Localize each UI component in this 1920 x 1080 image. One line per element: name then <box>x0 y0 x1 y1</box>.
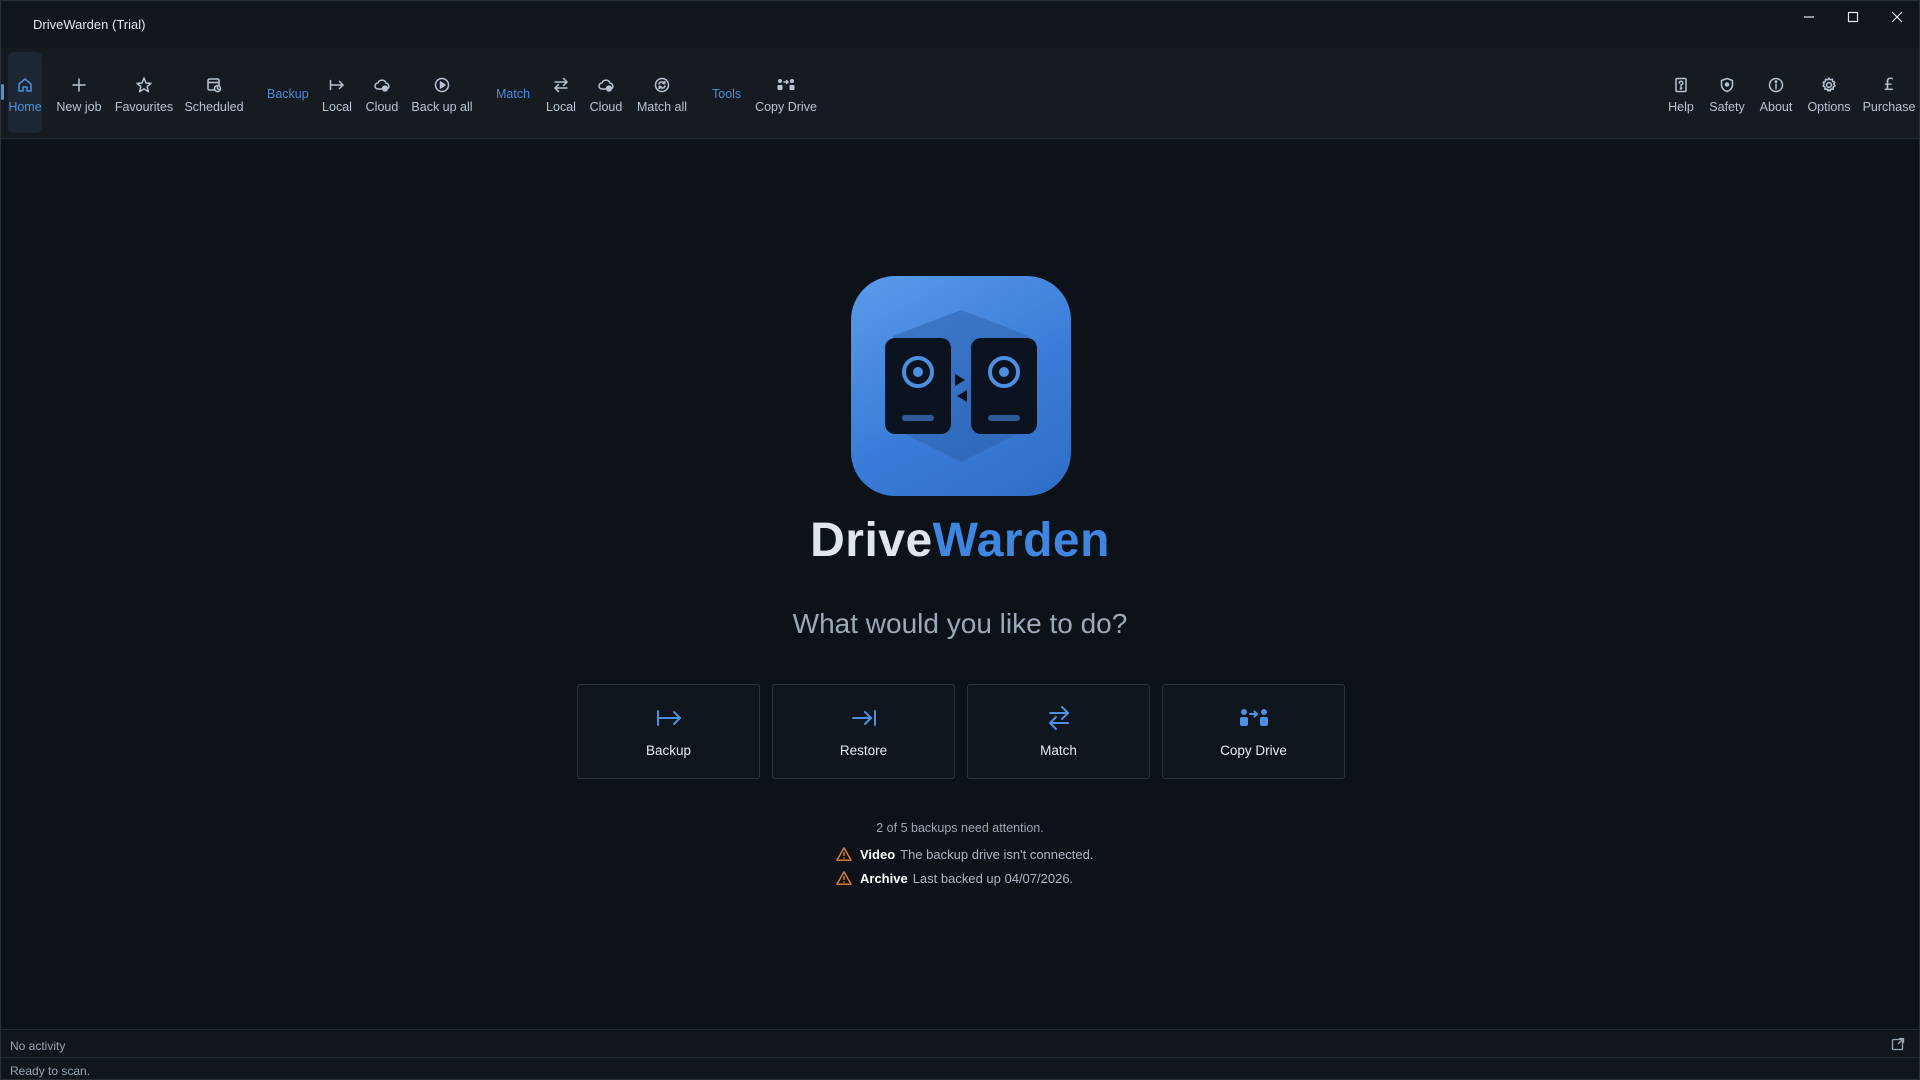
brand-part-drive: Drive <box>810 514 933 567</box>
ribbon-back-up-all-label: Back up all <box>411 100 473 114</box>
plus-icon <box>68 74 90 96</box>
brand-part-warden: Warden <box>932 514 1110 567</box>
ribbon-about-button[interactable]: About <box>1756 52 1796 133</box>
help-icon <box>1670 74 1692 96</box>
ribbon-safety-label: Safety <box>1709 100 1745 114</box>
status-divider <box>1 1057 1919 1058</box>
copy-drive-card[interactable]: Copy Drive <box>1162 684 1345 779</box>
window-controls <box>1787 1 1919 33</box>
active-indicator <box>1 84 4 100</box>
minimize-icon <box>1804 16 1814 18</box>
home-page: DriveWarden What would you like to do? B… <box>1 140 1919 1029</box>
backup-group-label: Backup <box>267 87 309 101</box>
ribbon-backup-local-label: Local <box>322 100 352 114</box>
ribbon-help-label: Help <box>1668 100 1694 114</box>
ribbon-scheduled-button[interactable]: Scheduled <box>184 52 244 133</box>
warning-icon <box>836 847 852 861</box>
drivewarden-logo-icon <box>885 310 1037 462</box>
ribbon-safety-button[interactable]: Safety <box>1707 52 1747 133</box>
ribbon-favourites-label: Favourites <box>114 100 174 114</box>
maximize-icon <box>1847 11 1859 23</box>
pound-glyph: £ <box>1883 75 1895 95</box>
copy-drive-icon <box>1238 705 1270 731</box>
tools-group-label: Tools <box>712 87 742 101</box>
close-button[interactable] <box>1875 1 1919 33</box>
title-bar: DriveWarden (Trial) <box>1 1 1919 48</box>
ribbon-help-button[interactable]: Help <box>1666 52 1696 133</box>
ribbon-new-job-label: New job <box>56 100 102 114</box>
alert-message: The backup drive isn't connected. <box>900 846 1094 862</box>
scan-status: Ready to scan. <box>10 1064 91 1078</box>
calendar-clock-icon <box>203 74 225 96</box>
ribbon-match-cloud-label: Cloud <box>589 100 623 114</box>
ribbon-scheduled-label: Scheduled <box>184 100 244 114</box>
ribbon-backup-cloud-button[interactable]: Cloud <box>364 52 400 133</box>
match-group-label: Match <box>496 87 531 101</box>
shield-icon <box>1716 74 1738 96</box>
arrow-to-bar-icon <box>655 705 683 731</box>
ribbon-copy-drive-button[interactable]: Copy Drive <box>754 52 818 133</box>
ribbon-favourites-button[interactable]: Favourites <box>114 52 174 133</box>
arrow-into-bar-icon <box>850 705 878 731</box>
popout-button[interactable] <box>1891 1037 1905 1051</box>
alert-backup-name: Video <box>860 846 896 862</box>
ribbon-new-job-button[interactable]: New job <box>54 52 104 133</box>
alert-message: Last backed up 04/07/2026. <box>912 870 1074 886</box>
swap-arrows-icon <box>1047 705 1071 731</box>
ribbon-home-button[interactable]: Home <box>8 52 42 133</box>
ribbon-purchase-button[interactable]: £ Purchase <box>1862 52 1916 133</box>
minimize-button[interactable] <box>1787 1 1831 33</box>
pound-icon: £ <box>1878 74 1900 96</box>
ribbon-purchase-label: Purchase <box>1862 100 1916 114</box>
alert-backup-name: Archive <box>860 870 908 886</box>
info-icon <box>1765 74 1787 96</box>
ribbon-back-up-all-button[interactable]: Back up all <box>411 52 473 133</box>
alert-row[interactable]: Video The backup drive isn't connected. <box>836 845 1093 863</box>
maximize-button[interactable] <box>1831 1 1875 33</box>
window-title: DriveWarden (Trial) <box>33 17 146 32</box>
ribbon-match-all-button[interactable]: Match all <box>635 52 689 133</box>
ribbon-match-all-label: Match all <box>636 100 688 114</box>
swap-arrows-icon <box>550 74 572 96</box>
restore-card-label: Restore <box>839 743 888 758</box>
ribbon-backup-cloud-label: Cloud <box>365 100 399 114</box>
status-bar: No activity Ready to scan. <box>1 1029 1919 1079</box>
cloud-icon <box>371 74 393 96</box>
ribbon-backup-local-button[interactable]: Local <box>320 52 354 133</box>
app-window: DriveWarden (Trial) Home New job Favouri… <box>0 0 1920 1080</box>
ribbon-toolbar: Home New job Favourites Scheduled Backup <box>1 48 1919 139</box>
star-icon <box>133 74 155 96</box>
ribbon-options-label: Options <box>1807 100 1851 114</box>
app-logo <box>851 276 1071 496</box>
backup-card-label: Backup <box>645 743 692 758</box>
activity-status: No activity <box>10 1039 66 1053</box>
ribbon-about-label: About <box>1759 100 1793 114</box>
warning-icon <box>836 871 852 885</box>
alert-row[interactable]: Archive Last backed up 04/07/2026. <box>836 869 1073 887</box>
gear-icon <box>1818 74 1840 96</box>
match-card-label: Match <box>1040 743 1077 758</box>
ribbon-match-local-label: Local <box>546 100 576 114</box>
backup-card[interactable]: Backup <box>577 684 760 779</box>
cloud-icon <box>595 74 617 96</box>
ribbon-options-button[interactable]: Options <box>1805 52 1853 133</box>
ribbon-match-local-button[interactable]: Local <box>544 52 578 133</box>
ribbon-copy-drive-label: Copy Drive <box>755 100 817 114</box>
attention-summary: 2 of 5 backups need attention. <box>876 821 1044 835</box>
arrow-to-bar-icon <box>326 74 348 96</box>
prompt-heading: What would you like to do? <box>792 608 1128 639</box>
brand-wordmark: DriveWarden <box>1 513 1919 568</box>
restore-card[interactable]: Restore <box>772 684 955 779</box>
sync-circle-icon <box>651 74 673 96</box>
play-circle-icon <box>431 74 453 96</box>
close-icon <box>1891 11 1903 23</box>
copy-drive-card-label: Copy Drive <box>1220 743 1287 758</box>
home-icon <box>14 74 36 96</box>
ribbon-match-cloud-button[interactable]: Cloud <box>588 52 624 133</box>
ribbon-home-label: Home <box>8 100 42 114</box>
popout-icon <box>1891 1037 1905 1051</box>
copy-drive-icon <box>775 74 797 96</box>
match-card[interactable]: Match <box>967 684 1150 779</box>
action-cards: Backup Restore Match Copy Drive <box>577 684 1345 779</box>
